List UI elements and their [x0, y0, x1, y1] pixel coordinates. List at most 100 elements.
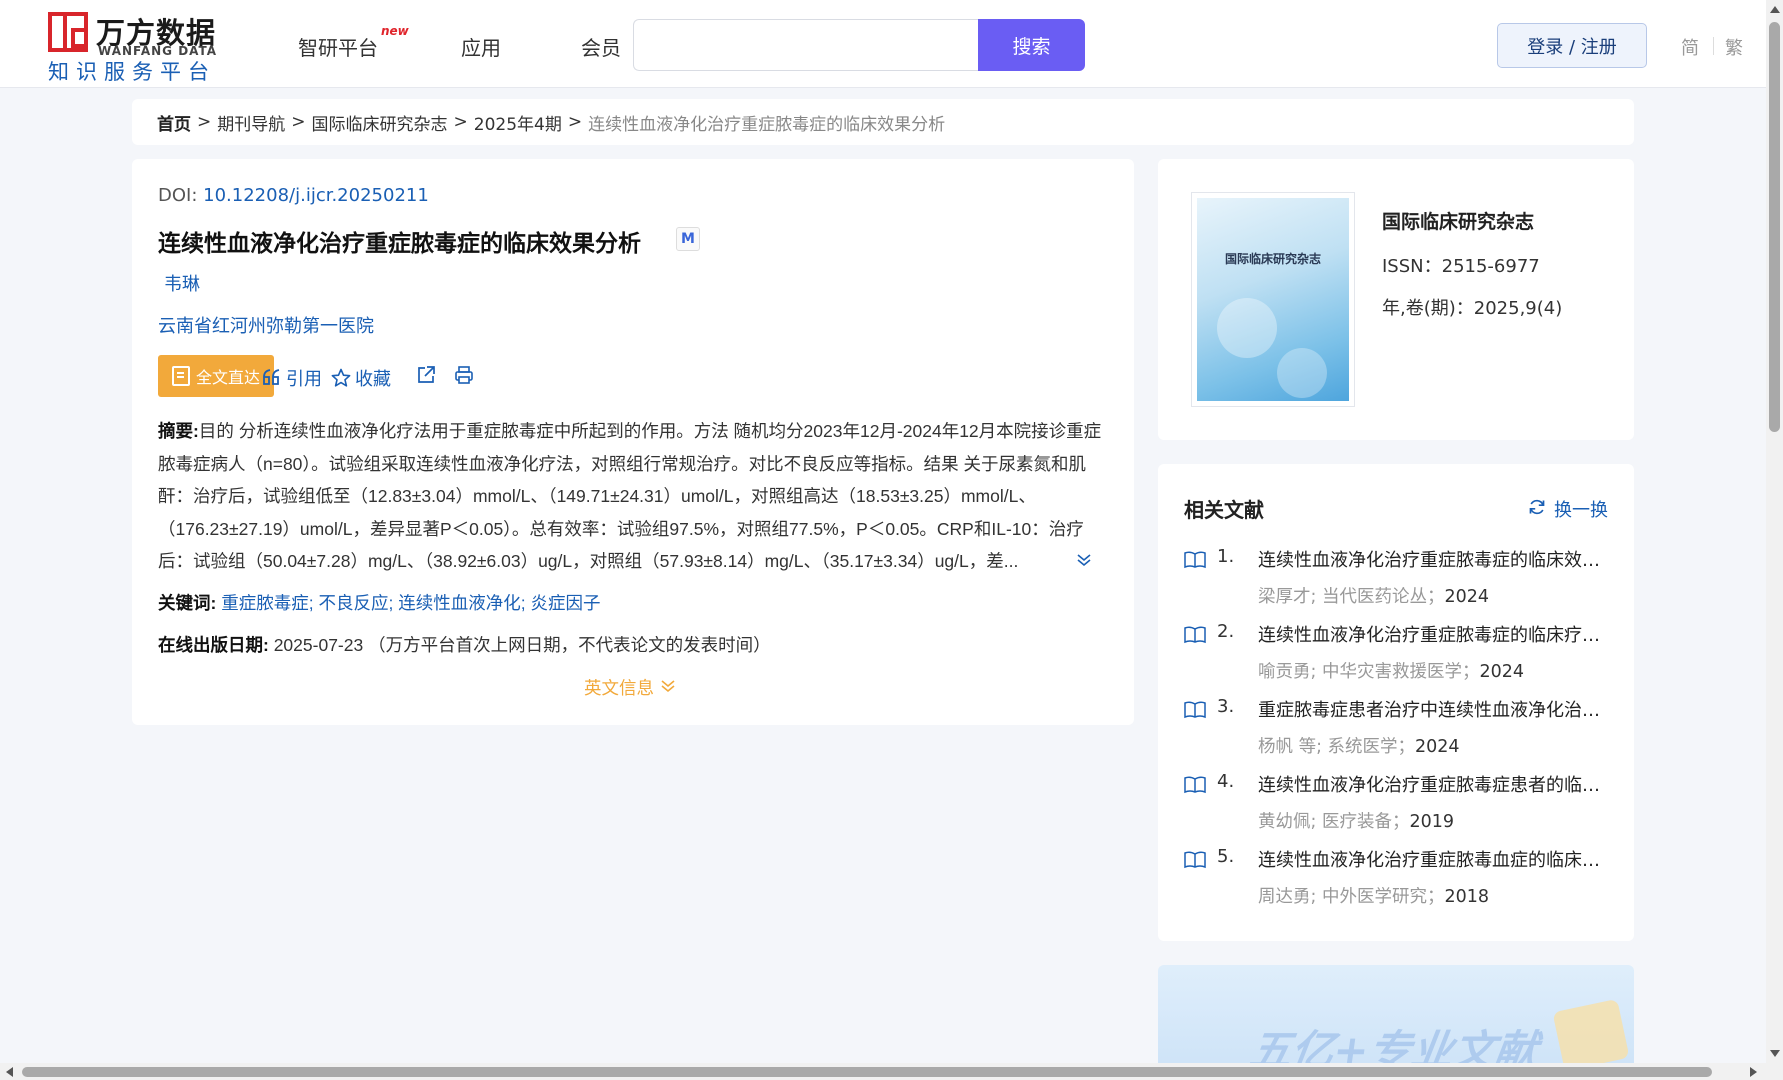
nav-zhiyan[interactable]: 智研平台	[298, 32, 378, 61]
doi-row: DOI: 10.12208/j.ijcr.20250211	[158, 185, 429, 206]
book-icon	[1184, 701, 1206, 724]
related-title-link[interactable]: 连续性血液净化治疗重症脓毒症患者的临床效果分析	[1258, 771, 1612, 797]
related-year: 2019	[1409, 812, 1455, 832]
refresh-label: 换一换	[1554, 500, 1608, 521]
english-info-label: 英文信息	[584, 679, 654, 699]
doi-link[interactable]: 10.12208/j.ijcr.20250211	[203, 185, 429, 206]
online-date: 2025-07-23	[273, 635, 364, 655]
related-title-link[interactable]: 连续性血液净化治疗重症脓毒症的临床效果分析	[1258, 546, 1612, 572]
related-meta: 黄幼佩; 医疗装备；2019	[1258, 808, 1454, 833]
login-register-button[interactable]: 登录 / 注册	[1497, 23, 1647, 68]
breadcrumb-current: 连续性血液净化治疗重症脓毒症的临床效果分析	[588, 114, 946, 135]
breadcrumb-separator: >	[453, 112, 468, 132]
logo-mark-icon	[48, 12, 88, 52]
wanfang-logo[interactable]: 万方数据 WANFANG DATA 知识服务平台	[48, 10, 218, 84]
abstract-label: 摘要:	[158, 421, 199, 441]
related-meta: 喻贡勇; 中华灾害救援医学；2024	[1258, 658, 1524, 683]
vertical-scroll-thumb[interactable]	[1769, 22, 1780, 432]
book-icon	[1184, 551, 1206, 574]
lang-divider	[1713, 37, 1714, 55]
related-number: 2.	[1217, 621, 1235, 642]
scroll-right-icon[interactable]	[1750, 1067, 1757, 1077]
lang-simplified[interactable]: 简	[1681, 34, 1699, 60]
search-input[interactable]	[633, 19, 979, 71]
cover-title: 国际临床研究杂志	[1224, 252, 1321, 266]
print-button[interactable]	[454, 365, 474, 385]
breadcrumb: 首页 > 期刊导航 > 国际临床研究杂志 > 2025年4期 > 连续性血液净化…	[132, 99, 1634, 145]
breadcrumb-separator: >	[197, 112, 212, 132]
collect-button[interactable]: 收藏	[331, 365, 391, 391]
related-title-link[interactable]: 连续性血液净化治疗重症脓毒血症的临床效果	[1258, 846, 1612, 872]
cover-image: 国际临床研究杂志	[1197, 198, 1349, 401]
book-icon	[1184, 626, 1206, 649]
related-title-link[interactable]: 连续性血液净化治疗重症脓毒症的临床疗效观察	[1258, 621, 1612, 647]
scroll-left-icon[interactable]	[6, 1067, 13, 1077]
fulltext-label: 全文直达	[195, 368, 260, 387]
quote-icon	[262, 369, 282, 387]
document-icon	[171, 366, 190, 386]
nav-new-badge: new	[381, 24, 409, 38]
keyword-link[interactable]: 连续性血液净化	[398, 593, 521, 613]
breadcrumb-journal[interactable]: 国际临床研究杂志	[312, 110, 448, 135]
banner-text: 五亿+专业文献	[1246, 1026, 1541, 1063]
journal-cover[interactable]: 国际临床研究杂志	[1191, 192, 1355, 407]
related-title: 相关文献	[1184, 498, 1264, 522]
article-card: DOI: 10.12208/j.ijcr.20250211 连续性血液净化治疗重…	[132, 159, 1134, 725]
keyword-link[interactable]: 炎症因子	[530, 593, 600, 613]
related-year: 2018	[1444, 887, 1490, 907]
keyword-link[interactable]: 重症脓毒症	[221, 593, 309, 613]
expand-abstract-icon[interactable]	[1076, 552, 1092, 573]
scroll-down-icon[interactable]	[1770, 1050, 1780, 1057]
related-number: 5.	[1217, 846, 1235, 867]
cite-button[interactable]: 引用	[262, 365, 322, 391]
online-date-label: 在线出版日期:	[158, 635, 269, 655]
related-year: 2024	[1444, 587, 1490, 607]
nav-apps[interactable]: 应用	[461, 32, 501, 61]
search-button[interactable]: 搜索	[978, 19, 1085, 71]
journal-issn: ISSN：2515-6977	[1382, 256, 1540, 277]
article-title: 连续性血液净化治疗重症脓毒症的临床效果分析	[158, 231, 641, 257]
refresh-button[interactable]: 换一换	[1528, 496, 1608, 522]
related-meta: 梁厚才; 当代医药论丛；2024	[1258, 583, 1489, 608]
related-source: 周达勇; 中外医学研究；	[1258, 887, 1445, 907]
related-item: 2. 连续性血液净化治疗重症脓毒症的临床疗效观察 喻贡勇; 中华灾害救援医学；2…	[1184, 621, 1614, 691]
breadcrumb-separator: >	[291, 112, 306, 132]
chevron-down-icon	[660, 677, 676, 698]
share-button[interactable]	[416, 365, 436, 385]
collect-label: 收藏	[355, 369, 391, 390]
vertical-scrollbar[interactable]	[1766, 0, 1783, 1080]
abstract-text: 目的 分析连续性血液净化疗法用于重症脓毒症中所起到的作用。方法 随机均分2023…	[158, 421, 1102, 571]
breadcrumb-home[interactable]: 首页	[157, 110, 191, 135]
ad-banner[interactable]: 五亿+专业文献	[1158, 965, 1634, 1063]
abstract: 摘要:目的 分析连续性血液净化疗法用于重症脓毒症中所起到的作用。方法 随机均分2…	[158, 415, 1108, 577]
related-title-link[interactable]: 重症脓毒症患者治疗中连续性血液净化治疗的效果	[1258, 696, 1612, 722]
organization-link[interactable]: 云南省红河州弥勒第一医院	[158, 312, 374, 338]
book-icon	[1184, 776, 1206, 799]
related-literature-card: 相关文献 换一换 1. 连续性血液净化治疗重症脓毒症的临床效果分析 梁厚才; 当…	[1158, 464, 1634, 941]
breadcrumb-issue[interactable]: 2025年4期	[474, 110, 562, 135]
mendeley-icon[interactable]: M	[676, 227, 700, 251]
journal-volume: 年,卷(期)：2025,9(4)	[1382, 298, 1563, 319]
lang-traditional[interactable]: 繁	[1725, 34, 1743, 60]
nav-membership[interactable]: 会员	[581, 32, 621, 61]
keywords-label: 关键词:	[158, 593, 217, 613]
keyword-link[interactable]: 不良反应	[318, 593, 388, 613]
related-meta: 周达勇; 中外医学研究；2018	[1258, 883, 1489, 908]
english-info-toggle[interactable]: 英文信息	[584, 675, 676, 700]
related-source: 黄幼佩; 医疗装备；	[1258, 812, 1410, 832]
fulltext-button[interactable]: 全文直达	[158, 355, 274, 397]
author-link[interactable]: 韦琳	[164, 270, 200, 296]
breadcrumb-journal-nav[interactable]: 期刊导航	[217, 110, 285, 135]
journal-name[interactable]: 国际临床研究杂志	[1382, 207, 1534, 234]
star-icon	[331, 368, 351, 388]
related-item: 5. 连续性血液净化治疗重症脓毒血症的临床效果 周达勇; 中外医学研究；2018	[1184, 846, 1614, 916]
related-number: 3.	[1217, 696, 1235, 717]
refresh-icon	[1528, 498, 1546, 521]
related-source: 杨帆 等; 系统医学；	[1258, 737, 1416, 757]
scroll-up-icon[interactable]	[1770, 6, 1780, 13]
related-year: 2024	[1479, 662, 1525, 682]
journal-card: 国际临床研究杂志 国际临床研究杂志 ISSN：2515-6977 年,卷(期)：…	[1158, 159, 1634, 440]
horizontal-scrollbar[interactable]	[0, 1063, 1766, 1080]
horizontal-scroll-thumb[interactable]	[22, 1067, 1712, 1077]
related-item: 1. 连续性血液净化治疗重症脓毒症的临床效果分析 梁厚才; 当代医药论丛；202…	[1184, 546, 1614, 616]
